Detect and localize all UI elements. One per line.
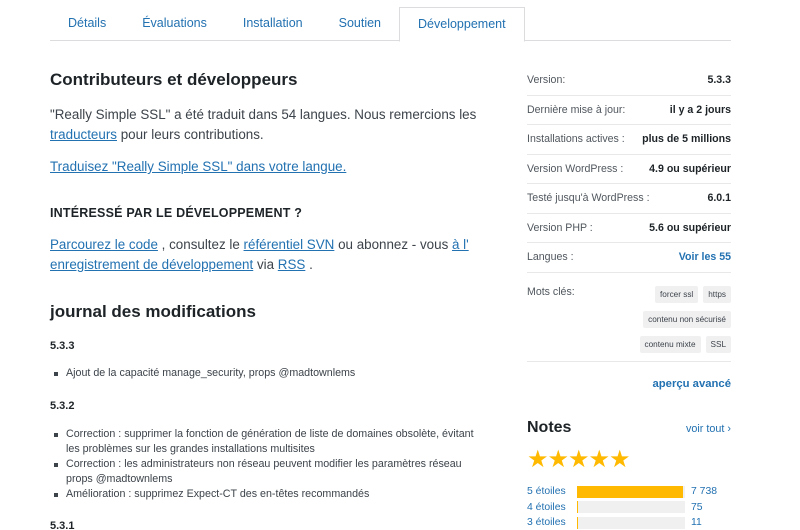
meta-row-version: Version: 5.3.3 <box>527 66 731 96</box>
tag-https[interactable]: https <box>703 285 731 303</box>
star-icon: ★ <box>609 446 631 473</box>
rating-bar <box>577 501 685 514</box>
meta-row-tested-up-to: Testé jusqu'à WordPress : 6.0.1 <box>527 184 731 214</box>
rating-breakdown: 5 étoiles 7 738 4 étoiles 75 3 étoiles 1… <box>527 484 731 530</box>
tag-list: forcer ssl https contenu non sécurisé co… <box>627 285 731 353</box>
changelog-item: Ajout de la capacité manage_security, pr… <box>50 366 490 381</box>
star-icon: ★ <box>527 446 549 473</box>
meta-value: plus de 5 millions <box>642 133 731 146</box>
changelog-version: 5.3.3 <box>50 340 75 352</box>
star-icon: ★ <box>588 446 611 473</box>
browse-code-link[interactable]: Parcourez le code <box>50 237 158 252</box>
meta-key: Version: <box>527 74 566 87</box>
tab-reviews[interactable]: Évaluations <box>124 7 225 41</box>
see-all-label: voir tout <box>685 423 725 435</box>
tab-development[interactable]: Développement <box>399 7 525 42</box>
rating-count: 7 738 <box>691 486 718 498</box>
translation-paragraph: "Really Simple SSL" a été traduit dans 5… <box>50 105 490 145</box>
meta-key: Version PHP : <box>527 221 593 234</box>
meta-row-last-updated: Dernière mise à jour: il y a 2 jours <box>527 96 731 125</box>
meta-key: Langues : <box>527 251 574 264</box>
meta-value: 5.3.3 <box>707 74 731 87</box>
meta-row-tags: Mots clés: forcer ssl https contenu non … <box>527 273 731 362</box>
tab-support[interactable]: Soutien <box>321 7 399 41</box>
meta-row-active-installs: Installations actives : plus de 5 millio… <box>527 125 731 155</box>
meta-row-wp-version: Version WordPress : 4.9 ou supérieur <box>527 155 731 184</box>
tag-insecure-content[interactable]: contenu non sécurisé <box>643 310 731 328</box>
rating-count: 75 <box>691 501 703 513</box>
translate-paragraph: Traduisez "Really Simple SSL" dans votre… <box>50 157 346 177</box>
meta-value: 5.6 ou supérieur <box>649 221 731 234</box>
translation-text: "Really Simple SSL" a été traduit dans 5… <box>50 107 477 122</box>
development-heading: INTÉRESSÉ PAR LE DÉVELOPPEMENT ? <box>50 206 303 220</box>
dev-text-3: via <box>253 257 278 272</box>
changelog-item: Amélioration : supprimez Expect-CT des e… <box>50 487 490 502</box>
changelog-item: Correction : supprimer la fonction de gé… <box>50 427 490 457</box>
plugin-tabs: Détails Évaluations Installation Soutien… <box>50 7 731 42</box>
meta-key: Installations actives : <box>527 133 625 146</box>
rating-bar <box>577 516 685 529</box>
rating-row[interactable]: 5 étoiles 7 738 <box>527 484 731 500</box>
ratings-title: Notes <box>527 419 572 436</box>
changelog-version: 5.3.2 <box>50 400 75 412</box>
rating-label: 3 étoiles <box>527 517 566 529</box>
ratings-section: Notes voir tout › ★ ★ ★ ★ ★ 5 étoiles 7 … <box>527 419 731 530</box>
dev-text-1: , consultez le <box>157 237 244 252</box>
translate-plugin-link[interactable]: Traduisez "Really Simple SSL" dans votre… <box>50 159 346 174</box>
development-paragraph: Parcourez le code , consultez le référen… <box>50 235 490 275</box>
star-icon: ★ <box>568 446 590 473</box>
meta-key: Mots clés: <box>527 285 575 298</box>
rating-bar-fill <box>577 501 579 514</box>
changelog-list: Correction : supprimer la fonction de gé… <box>50 427 490 502</box>
rating-bar-fill <box>577 516 578 529</box>
star-rating: ★ ★ ★ ★ ★ <box>527 446 731 473</box>
contributors-heading: Contributeurs et développeurs <box>50 70 298 89</box>
meta-value: Voir les 55 <box>679 251 731 263</box>
translators-link[interactable]: traducteurs <box>50 127 117 142</box>
see-languages-link[interactable]: Voir les 55 <box>679 251 731 263</box>
meta-value: 4.9 ou supérieur <box>649 162 731 175</box>
see-all-reviews-link[interactable]: voir tout › <box>686 423 731 435</box>
tab-installation[interactable]: Installation <box>225 7 321 41</box>
meta-value: il y a 2 jours <box>669 103 731 116</box>
rating-label: 5 étoiles <box>527 486 566 498</box>
tag-force-ssl[interactable]: forcer ssl <box>655 285 699 303</box>
translation-text-end: pour leurs contributions. <box>117 127 264 142</box>
changelog-item: Correction : les administrateurs non rés… <box>50 457 490 487</box>
changelog-heading: journal des modifications <box>50 302 256 321</box>
meta-row-php-version: Version PHP : 5.6 ou supérieur <box>527 214 731 243</box>
changelog-version: 5.3.1 <box>50 520 75 530</box>
meta-row-languages: Langues : Voir les 55 <box>527 243 731 273</box>
svn-repository-link[interactable]: référentiel SVN <box>244 237 335 252</box>
dev-text-2: ou abonnez - vous <box>334 237 452 252</box>
plugin-meta: Version: 5.3.3 Dernière mise à jour: il … <box>527 66 731 390</box>
advanced-view-link[interactable]: aperçu avancé <box>527 378 732 390</box>
rating-count: 11 <box>691 517 702 529</box>
tag-mixed-content[interactable]: contenu mixte <box>639 335 701 353</box>
rating-bar <box>577 485 685 498</box>
rating-label: 4 étoiles <box>527 501 566 513</box>
meta-key: Version WordPress : <box>527 162 624 175</box>
dev-text-4: . <box>305 257 313 272</box>
rating-bar-fill <box>577 485 683 498</box>
rss-link[interactable]: RSS <box>278 257 306 272</box>
meta-value: 6.0.1 <box>707 192 731 205</box>
chevron-right-icon: › <box>727 423 731 435</box>
ratings-header: Notes voir tout › <box>527 419 731 437</box>
meta-key: Testé jusqu'à WordPress : <box>527 192 650 205</box>
changelog-list: Ajout de la capacité manage_security, pr… <box>50 366 490 381</box>
star-icon: ★ <box>547 446 570 473</box>
rating-row[interactable]: 3 étoiles 11 <box>527 515 731 530</box>
tab-details[interactable]: Détails <box>50 7 124 41</box>
meta-key: Dernière mise à jour: <box>527 103 626 116</box>
tag-ssl[interactable]: SSL <box>705 335 731 353</box>
rating-row[interactable]: 4 étoiles 75 <box>527 500 731 516</box>
